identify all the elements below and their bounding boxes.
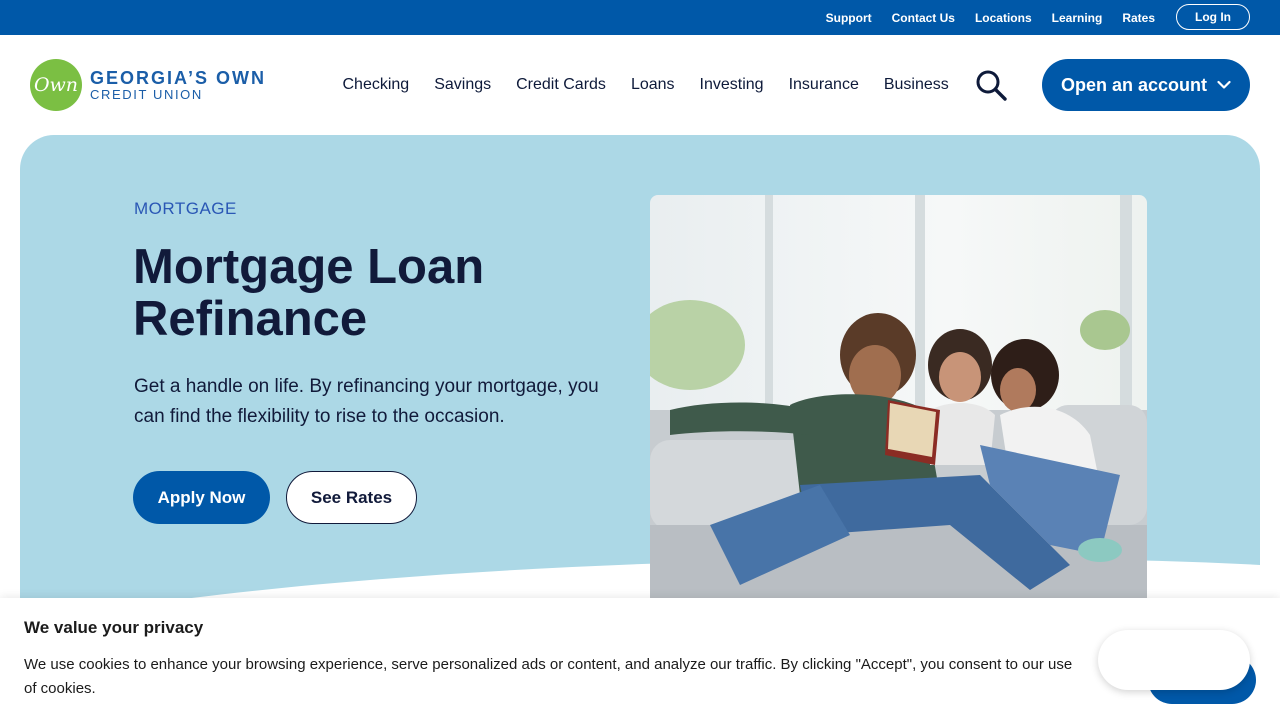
search-icon bbox=[976, 70, 1007, 101]
page-title: Mortgage Loan Refinance bbox=[133, 240, 485, 346]
utility-link-rates[interactable]: Rates bbox=[1122, 11, 1155, 25]
nav-item-investing[interactable]: Investing bbox=[687, 76, 776, 94]
logo-subtitle: CREDIT UNION bbox=[90, 86, 203, 102]
log-in-button[interactable]: Log In bbox=[1176, 4, 1250, 30]
main-nav: Checking Savings Credit Cards Loans Inve… bbox=[330, 59, 961, 111]
open-account-label: Open an account bbox=[1060, 74, 1208, 95]
cookie-banner-title: We value your privacy bbox=[24, 618, 204, 637]
open-account-button[interactable]: Open an account bbox=[1042, 59, 1250, 111]
nav-item-savings[interactable]: Savings bbox=[422, 76, 504, 94]
hero-description: Get a handle on life. By refinancing you… bbox=[134, 376, 599, 427]
chevron-down-icon bbox=[1217, 80, 1231, 89]
see-rates-button[interactable]: See Rates bbox=[286, 471, 417, 524]
utility-link-support[interactable]: Support bbox=[826, 11, 872, 25]
utility-link-locations[interactable]: Locations bbox=[975, 11, 1032, 25]
utility-bar: Support Contact Us Locations Learning Ra… bbox=[0, 0, 1280, 35]
nav-item-checking[interactable]: Checking bbox=[330, 76, 422, 94]
nav-item-loans[interactable]: Loans bbox=[618, 76, 687, 94]
apply-now-button[interactable]: Apply Now bbox=[133, 471, 270, 524]
nav-item-credit-cards[interactable]: Credit Cards bbox=[504, 76, 619, 94]
hero-eyebrow: MORTGAGE bbox=[134, 199, 237, 218]
search-button[interactable] bbox=[974, 68, 1010, 102]
cookie-banner: We value your privacy We use cookies to … bbox=[0, 598, 1280, 720]
logo-wordmark: GEORGIA’S OWN CREDIT UNION bbox=[90, 67, 267, 102]
nav-item-business[interactable]: Business bbox=[871, 76, 961, 94]
cookie-banner-text: We use cookies to enhance your browsing … bbox=[24, 656, 1073, 697]
nav-item-insurance[interactable]: Insurance bbox=[776, 76, 871, 94]
logo[interactable]: Own GEORGIA’S OWN CREDIT UNION bbox=[30, 59, 280, 111]
utility-links: Support Contact Us Locations Learning Ra… bbox=[826, 0, 1155, 35]
family-reading-image bbox=[650, 195, 1147, 605]
logo-badge: Own bbox=[30, 59, 82, 111]
utility-link-learning[interactable]: Learning bbox=[1052, 11, 1103, 25]
logo-name: GEORGIA’S OWN bbox=[90, 67, 267, 88]
cookie-accept-button[interactable] bbox=[1098, 630, 1250, 690]
utility-link-contact-us[interactable]: Contact Us bbox=[892, 11, 955, 25]
hero-section: MORTGAGE Mortgage Loan Refinance Get a h… bbox=[20, 135, 1260, 655]
hero-family-photo bbox=[650, 195, 1147, 605]
